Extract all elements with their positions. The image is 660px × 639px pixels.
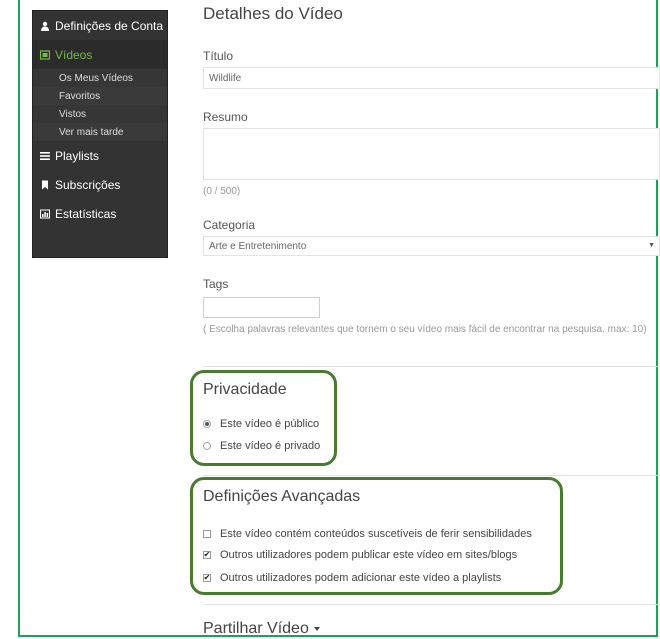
- category-label: Categoria: [203, 218, 256, 232]
- category-select[interactable]: Arte e Entretenimento ▼: [203, 236, 660, 256]
- tags-input[interactable]: [203, 297, 320, 318]
- title-label: Título: [203, 49, 234, 63]
- divider: [203, 366, 660, 367]
- share-video-title: Partilhar Vídeo: [203, 620, 309, 637]
- user-icon: [39, 20, 51, 32]
- list-icon: [39, 150, 51, 162]
- divider: [203, 475, 660, 476]
- bookmark-icon: [39, 179, 51, 191]
- sidebar-item-account[interactable]: Definições de Conta: [33, 11, 167, 40]
- tags-help-text: ( Escolha palavras relevantes que tornem…: [203, 324, 647, 335]
- sidebar-item-label: Vídeos: [55, 47, 93, 62]
- chart-icon: [39, 208, 51, 220]
- sidebar-subitem-watched[interactable]: Vistos: [33, 105, 167, 123]
- summary-label: Resumo: [203, 110, 248, 124]
- sidebar-item-label: Estatísticas: [55, 206, 117, 221]
- summary-textarea[interactable]: [203, 128, 660, 180]
- divider: [203, 604, 660, 605]
- tags-label: Tags: [203, 277, 229, 291]
- sidebar-item-label: Definições de Conta: [55, 18, 164, 33]
- caret-down-icon: [313, 626, 320, 631]
- title-input[interactable]: Wildlife: [203, 67, 660, 89]
- film-icon: [39, 49, 51, 61]
- character-counter: (0 / 500): [203, 186, 241, 197]
- share-video-toggle[interactable]: Partilhar Vídeo: [203, 620, 320, 638]
- sidebar-submenu: Os Meus Vídeos Favoritos Vistos Ver mais…: [33, 69, 167, 141]
- category-value: Arte e Entretenimento: [209, 240, 307, 252]
- sidebar-item-statistics[interactable]: Estatísticas: [33, 199, 167, 228]
- dropdown-arrow-icon: ▼: [648, 242, 655, 249]
- page-title: Detalhes do Vídeo: [203, 4, 343, 23]
- sidebar-item-subscriptions[interactable]: Subscrições: [33, 170, 167, 199]
- sidebar-item-playlists[interactable]: Playlists: [33, 141, 167, 170]
- sidebar-item-label: Subscrições: [55, 177, 121, 192]
- sidebar-item-label: Playlists: [55, 148, 100, 163]
- sidebar-item-videos[interactable]: Vídeos: [33, 40, 167, 69]
- sidebar: Definições de Conta Vídeos Os Meus Vídeo…: [32, 10, 168, 258]
- advanced-highlight-box: [190, 477, 563, 595]
- sidebar-subitem-favorites[interactable]: Favoritos: [33, 87, 167, 105]
- privacy-highlight-box: [190, 370, 337, 466]
- sidebar-subitem-watch-later[interactable]: Ver mais tarde: [33, 123, 167, 141]
- sidebar-subitem-my-videos[interactable]: Os Meus Vídeos: [33, 69, 167, 87]
